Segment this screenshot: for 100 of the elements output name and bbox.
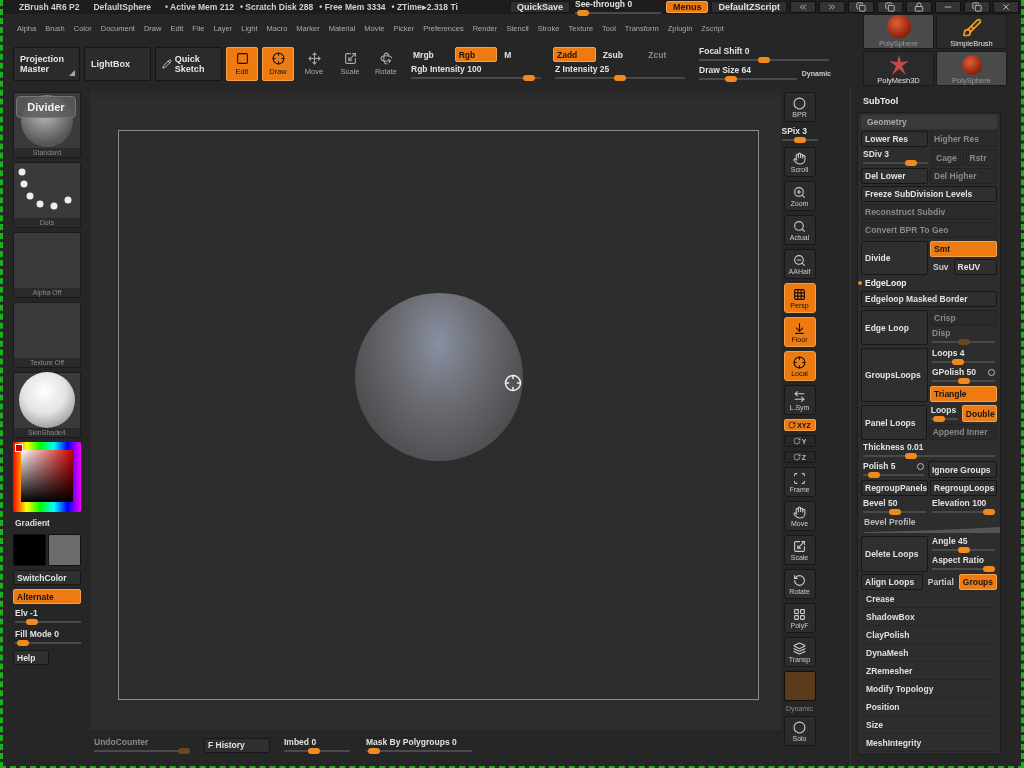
section-header[interactable]: Geometry bbox=[861, 115, 997, 129]
palette-button[interactable]: Double bbox=[961, 405, 997, 422]
subpalette-item[interactable]: MeshIntegrity bbox=[861, 736, 997, 752]
slider-thumb[interactable] bbox=[793, 137, 806, 143]
subpalette-item[interactable]: Position bbox=[861, 700, 997, 716]
slider-thumb[interactable] bbox=[957, 547, 970, 553]
slider-thumb[interactable] bbox=[905, 160, 918, 166]
subpalette-item[interactable]: Modify Topology bbox=[861, 682, 997, 698]
value-slider[interactable]: Angle 45 bbox=[930, 536, 997, 553]
palette-button[interactable]: RegroupPanels bbox=[861, 480, 928, 496]
divider-button[interactable]: Divider bbox=[16, 96, 76, 118]
alternate-toggle[interactable]: Alternate bbox=[13, 589, 81, 604]
palette-title[interactable]: SubTool bbox=[857, 94, 1001, 112]
slider-thumb[interactable] bbox=[25, 619, 38, 625]
value-slider[interactable]: Thickness 0.01 bbox=[861, 442, 997, 459]
quicksave-button[interactable]: QuickSave bbox=[509, 1, 570, 13]
palette-button[interactable]: Panel Loops bbox=[861, 405, 927, 440]
color-mode-button[interactable]: Mrgb bbox=[409, 47, 452, 62]
subpalette-item[interactable]: ZRemesher bbox=[861, 664, 997, 680]
value-slider[interactable]: SDiv 3 bbox=[861, 149, 930, 166]
palette-button[interactable]: Edge Loop bbox=[861, 310, 928, 345]
value-slider[interactable]: Imbed 0 bbox=[282, 736, 352, 754]
value-slider[interactable]: SPix 3 bbox=[779, 126, 820, 143]
color-swatch[interactable] bbox=[13, 534, 46, 566]
slider-thumb[interactable] bbox=[308, 747, 321, 754]
toolbar-button[interactable]: Quick Sketch bbox=[155, 47, 222, 81]
palette-button[interactable]: Ignore Groups bbox=[928, 461, 997, 478]
script-button[interactable]: DefaultZScript bbox=[711, 1, 787, 13]
palette-button[interactable]: RegroupLoops bbox=[930, 480, 997, 496]
switch-color-button[interactable]: SwitchColor bbox=[13, 570, 81, 585]
palette-button[interactable]: ReUV bbox=[953, 259, 997, 275]
lock-button[interactable] bbox=[906, 1, 932, 13]
close-button[interactable] bbox=[993, 1, 1019, 13]
slider-thumb[interactable] bbox=[724, 76, 737, 82]
slider-thumb[interactable] bbox=[367, 747, 380, 754]
subpalette-item[interactable]: Size bbox=[861, 718, 997, 734]
value-slider[interactable]: Polish 5 bbox=[861, 461, 926, 478]
value-slider[interactable]: GPolish 50 bbox=[930, 367, 997, 384]
value-slider[interactable]: See-through 0 bbox=[572, 0, 663, 16]
subpalette-item[interactable]: DynaMesh bbox=[861, 646, 997, 662]
slider-thumb[interactable] bbox=[888, 509, 901, 515]
color-mode-button[interactable]: M bbox=[500, 47, 543, 62]
layout-button[interactable] bbox=[848, 1, 874, 13]
value-slider[interactable]: Elevation 100 bbox=[930, 498, 997, 515]
subpalette-item[interactable]: ClayPolish bbox=[861, 628, 997, 644]
palette-button[interactable]: Divide bbox=[861, 241, 928, 275]
scroll-right-button[interactable] bbox=[819, 1, 845, 13]
slider-thumb[interactable] bbox=[952, 359, 965, 365]
slider-thumb[interactable] bbox=[523, 75, 536, 81]
value-slider[interactable]: Rgb Intensity 100 bbox=[409, 64, 543, 81]
palette-button[interactable]: Freeze SubDivision Levels bbox=[861, 186, 997, 202]
value-slider[interactable]: Bevel 50 bbox=[861, 498, 928, 515]
slider-thumb[interactable] bbox=[932, 416, 945, 422]
gradient-button[interactable]: Gradient bbox=[13, 516, 88, 530]
slider-thumb[interactable] bbox=[16, 640, 29, 646]
value-slider[interactable]: Loops bbox=[928, 405, 960, 422]
scroll-left-button[interactable] bbox=[790, 1, 816, 13]
value-slider[interactable]: Focal Shift 0 bbox=[697, 46, 831, 63]
value-slider[interactable]: Z Intensity 25 bbox=[553, 64, 687, 81]
slider-thumb[interactable] bbox=[758, 57, 770, 63]
palette-button[interactable]: Edgeloop Masked Border bbox=[861, 291, 997, 307]
slider-thumb[interactable] bbox=[867, 472, 880, 478]
palette-button[interactable]: GroupsLoops bbox=[861, 348, 928, 402]
palette-button[interactable]: Lower Res bbox=[861, 131, 928, 147]
palette-button[interactable]: Delete Loops bbox=[861, 536, 928, 572]
slider-thumb[interactable] bbox=[983, 566, 995, 572]
toolbar-button[interactable]: LightBox bbox=[84, 47, 151, 81]
z-mode-button[interactable]: Zadd bbox=[553, 47, 596, 62]
canvas[interactable] bbox=[90, 90, 781, 730]
slider-thumb[interactable] bbox=[957, 378, 970, 384]
value-slider[interactable]: Fill Mode 0 bbox=[13, 629, 83, 646]
slider-thumb[interactable] bbox=[905, 453, 917, 459]
slider-thumb[interactable] bbox=[577, 9, 590, 16]
palette-button[interactable]: Align Loops bbox=[861, 574, 923, 590]
palette-button[interactable]: Triangle bbox=[930, 386, 997, 402]
value-slider[interactable]: Mask By Polygroups 0 bbox=[364, 736, 474, 754]
value-slider[interactable]: Draw Size 64 bbox=[697, 65, 799, 82]
layout-button[interactable] bbox=[877, 1, 903, 13]
palette-button[interactable]: Smt bbox=[930, 241, 997, 257]
color-picker[interactable] bbox=[13, 442, 81, 512]
restore-button[interactable] bbox=[964, 1, 990, 13]
value-slider[interactable]: Elv -1 bbox=[13, 608, 83, 625]
value-slider[interactable]: Aspect Ratio bbox=[930, 555, 997, 572]
subpalette-item[interactable]: ShadowBox bbox=[861, 610, 997, 626]
material-swatch[interactable] bbox=[783, 671, 816, 701]
help-button[interactable]: Help bbox=[13, 650, 49, 665]
palette-button[interactable]: Groups bbox=[958, 574, 997, 590]
z-mode-button[interactable]: Zsub bbox=[598, 47, 642, 62]
minimize-button[interactable] bbox=[935, 1, 961, 13]
menus-toggle[interactable]: Menus bbox=[665, 1, 709, 13]
subpalette-item[interactable]: Crease bbox=[861, 592, 997, 608]
slider-thumb[interactable] bbox=[614, 75, 626, 81]
history-button[interactable]: F History bbox=[204, 737, 270, 753]
color-mode-button[interactable]: Rgb bbox=[454, 47, 498, 62]
slider-thumb[interactable] bbox=[983, 509, 995, 515]
color-swatch[interactable] bbox=[48, 534, 81, 566]
palette-button[interactable]: Del Lower bbox=[861, 168, 928, 184]
subpalette-header[interactable]: EdgeLoop bbox=[858, 277, 997, 289]
value-slider[interactable]: Loops 4 bbox=[930, 348, 997, 365]
toolbar-button[interactable]: Projection Master bbox=[13, 47, 80, 81]
